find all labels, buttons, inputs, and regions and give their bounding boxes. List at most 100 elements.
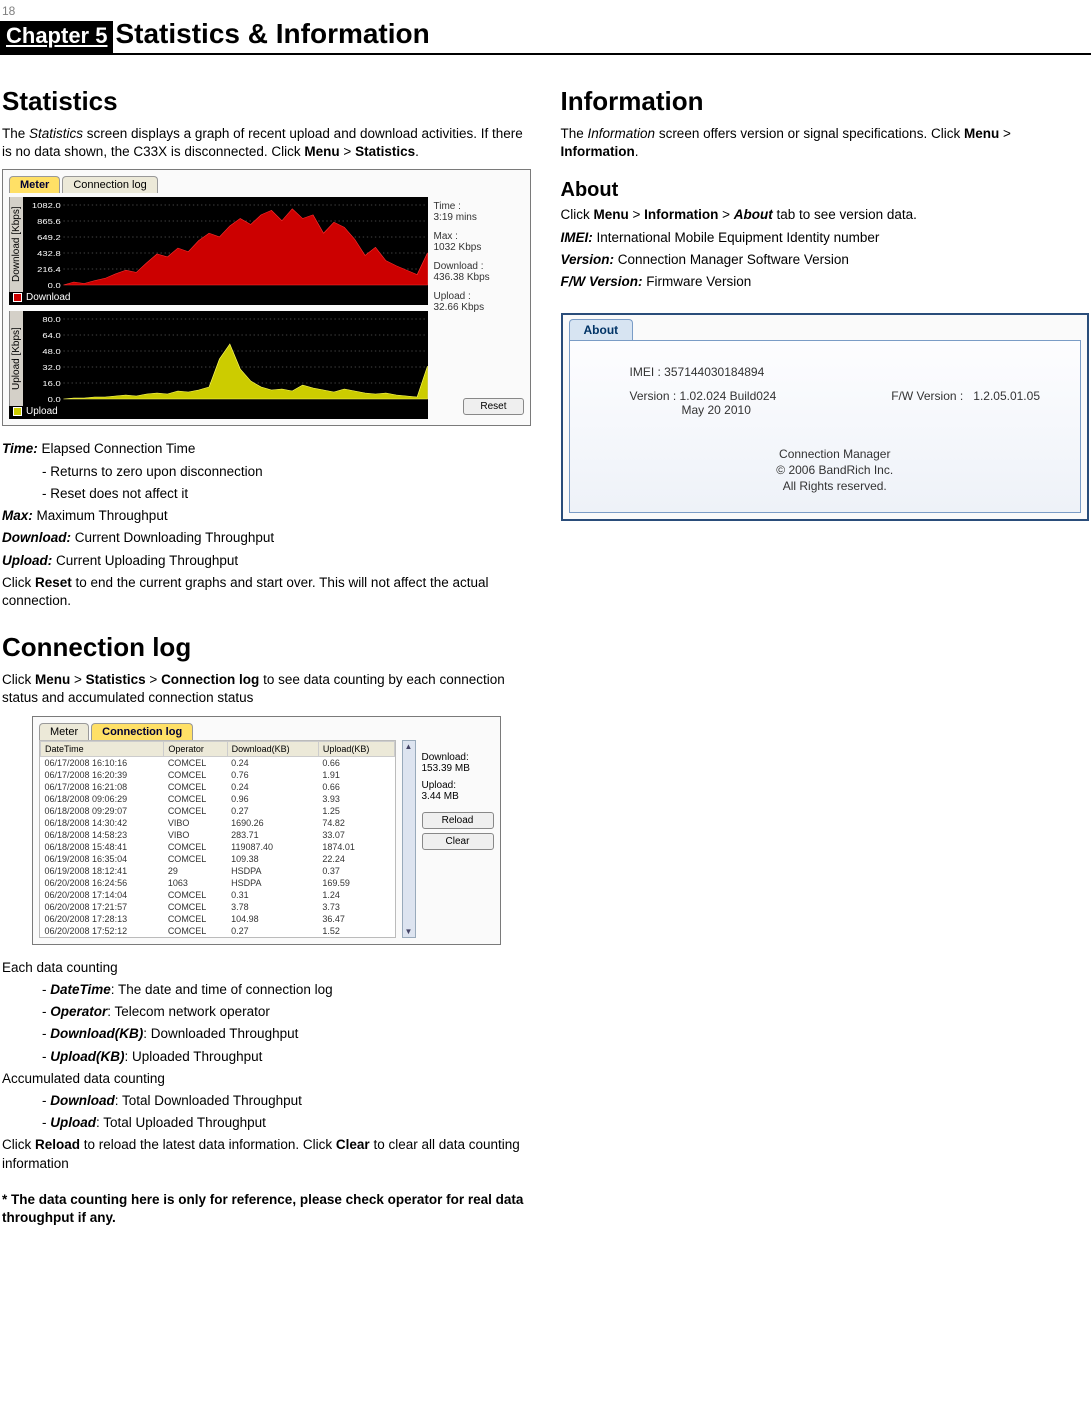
svg-text:64.0: 64.0 bbox=[42, 332, 61, 340]
imei-def: IMEI: International Mobile Equipment Ide… bbox=[561, 229, 1090, 247]
tab-connection-log[interactable]: Connection log bbox=[62, 176, 157, 193]
sideul-value: 32.66 Kbps bbox=[434, 302, 485, 313]
table-row: 06/19/2008 18:12:4129HSDPA0.37 bbox=[41, 865, 395, 877]
svg-text:32.0: 32.0 bbox=[42, 364, 61, 372]
sidedl-label: Download : bbox=[434, 261, 484, 272]
text: to reload the latest data information. C… bbox=[80, 1137, 336, 1152]
time-b1: - Returns to zero upon disconnection bbox=[2, 463, 531, 481]
table-row: 06/19/2008 16:35:04COMCEL109.3822.24 bbox=[41, 853, 395, 865]
footnote: * The data counting here is only for ref… bbox=[2, 1191, 531, 1227]
log-ul-label: Upload: bbox=[422, 780, 494, 791]
reload-button[interactable]: Reload bbox=[422, 812, 494, 829]
text: Upload: bbox=[2, 553, 52, 568]
about-tab[interactable]: About bbox=[569, 319, 634, 340]
text: to end the current graphs and start over… bbox=[2, 575, 489, 608]
log-side: Download: 153.39 MB Upload: 3.44 MB Relo… bbox=[422, 740, 494, 938]
log-table: DateTimeOperatorDownload(KB)Upload(KB) 0… bbox=[39, 740, 396, 938]
text: Connection log bbox=[161, 672, 259, 687]
text: : Total Downloaded Throughput bbox=[115, 1093, 302, 1108]
text: Elapsed Connection Time bbox=[38, 441, 196, 456]
upload-swatch bbox=[13, 407, 22, 416]
page-number: 18 bbox=[0, 0, 1091, 18]
svg-text:48.0: 48.0 bbox=[42, 348, 61, 356]
text: : The date and time of connection log bbox=[111, 982, 333, 997]
table-row: 06/20/2008 17:28:13COMCEL104.9836.47 bbox=[41, 913, 395, 925]
text: Information bbox=[561, 144, 635, 159]
ul-def: Upload: Current Uploading Throughput bbox=[2, 552, 531, 570]
text: - bbox=[42, 1093, 50, 1108]
text: - bbox=[42, 1115, 50, 1130]
table-row: 06/17/2008 16:20:39COMCEL0.761.91 bbox=[41, 769, 395, 781]
text: Upload bbox=[50, 1115, 96, 1130]
text: Current Downloading Throughput bbox=[71, 530, 274, 545]
log-col-header: DateTime bbox=[41, 741, 164, 756]
time-value: 3:19 mins bbox=[434, 212, 477, 223]
text: . bbox=[415, 144, 419, 159]
time-b2: - Reset does not affect it bbox=[2, 485, 531, 503]
reset-button[interactable]: Reset bbox=[463, 398, 523, 415]
text: Click bbox=[561, 207, 594, 222]
chapter-title: Statistics & Information bbox=[115, 18, 429, 50]
svg-text:216.4: 216.4 bbox=[37, 266, 61, 274]
text: F/W Version : bbox=[891, 389, 963, 403]
statistics-intro: The Statistics screen displays a graph o… bbox=[2, 125, 531, 161]
text: . bbox=[635, 144, 639, 159]
svg-text:1082.0: 1082.0 bbox=[32, 202, 61, 210]
upload-chart: Upload [Kbps] 80.064.048.032.016. bbox=[9, 311, 428, 419]
tab-meter-2[interactable]: Meter bbox=[39, 723, 89, 740]
about-footer: Connection Manager © 2006 BandRich Inc. … bbox=[630, 447, 1041, 494]
table-row: 06/18/2008 09:06:29COMCEL0.963.93 bbox=[41, 793, 395, 805]
tab-connection-log-2[interactable]: Connection log bbox=[91, 723, 193, 740]
text: - bbox=[42, 1049, 50, 1064]
download-svg: 1082.0865.6649.2432.8216.40.0 bbox=[23, 197, 428, 292]
svg-text:0.0: 0.0 bbox=[48, 282, 62, 290]
text: Click bbox=[2, 1137, 35, 1152]
svg-text:649.2: 649.2 bbox=[37, 234, 61, 242]
stats-tabs: Meter Connection log bbox=[9, 176, 524, 193]
each-head: Each data counting bbox=[2, 959, 531, 977]
about-figure: About IMEI : 357144030184894 Version : 1… bbox=[561, 313, 1090, 521]
sidedl-value: 436.38 Kbps bbox=[434, 272, 490, 283]
about-heading: About bbox=[561, 179, 1090, 202]
text: Clear bbox=[336, 1137, 370, 1152]
information-heading: Information bbox=[561, 86, 1090, 117]
text: Maximum Throughput bbox=[33, 508, 168, 523]
download-legend: Download bbox=[9, 290, 428, 305]
svg-text:80.0: 80.0 bbox=[42, 316, 61, 324]
acc-b2: - Upload: Total Uploaded Throughput bbox=[2, 1114, 531, 1132]
text: : Uploaded Throughput bbox=[125, 1049, 263, 1064]
ver-def: Version: Connection Manager Software Ver… bbox=[561, 251, 1090, 269]
right-column: Information The Information screen offer… bbox=[561, 80, 1090, 1227]
text: About bbox=[734, 207, 773, 222]
text: May 20 2010 bbox=[682, 403, 751, 417]
text: Upload(KB) bbox=[50, 1049, 124, 1064]
scrollbar[interactable] bbox=[402, 740, 416, 938]
text: Version : bbox=[630, 389, 680, 403]
text: Connection Manager bbox=[630, 447, 1041, 463]
time-label: Time : bbox=[434, 201, 461, 212]
text: Click bbox=[2, 672, 35, 687]
text: Statistics bbox=[355, 144, 415, 159]
text: screen offers version or signal specific… bbox=[655, 126, 964, 141]
text: : Telecom network operator bbox=[107, 1004, 270, 1019]
text: Current Uploading Throughput bbox=[52, 553, 238, 568]
text: © 2006 BandRich Inc. bbox=[630, 463, 1041, 479]
connlog-tail: Click Reload to reload the latest data i… bbox=[2, 1136, 531, 1172]
text: Download: bbox=[2, 530, 71, 545]
clear-button[interactable]: Clear bbox=[422, 833, 494, 850]
each-b2: - Operator: Telecom network operator bbox=[2, 1003, 531, 1021]
text: 1.02.024 Build024 bbox=[680, 389, 777, 403]
about-fw: F/W Version : 1.2.05.01.05 bbox=[891, 389, 1040, 417]
text: Information bbox=[644, 207, 718, 222]
text: - bbox=[42, 982, 50, 997]
tab-meter[interactable]: Meter bbox=[9, 176, 60, 193]
log-ul-value: 3.44 MB bbox=[422, 791, 494, 802]
text: Reset bbox=[35, 575, 72, 590]
table-row: 06/17/2008 16:10:16COMCEL0.240.66 bbox=[41, 756, 395, 769]
information-intro: The Information screen offers version or… bbox=[561, 125, 1090, 161]
text: International Mobile Equipment Identity … bbox=[593, 230, 880, 245]
stats-side: Time :3:19 mins Max :1032 Kbps Download … bbox=[434, 197, 524, 419]
text: Reload bbox=[35, 1137, 80, 1152]
text: Time: bbox=[2, 441, 38, 456]
each-b3: - Download(KB): Downloaded Throughput bbox=[2, 1025, 531, 1043]
